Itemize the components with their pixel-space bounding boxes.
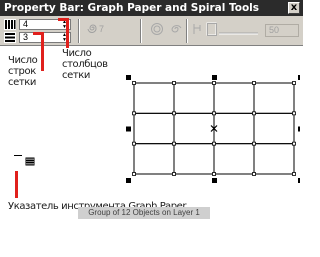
grid-node (132, 111, 136, 116)
grid-node (212, 111, 216, 116)
expansion-value: 50 (269, 25, 280, 35)
grid-node (212, 172, 216, 176)
grid-node (252, 81, 256, 85)
graph-paper-object[interactable] (120, 70, 300, 190)
grid-node (132, 81, 136, 85)
columns-callout-line (58, 18, 69, 21)
columns-grid-icon (4, 19, 16, 30)
columns-annotation-line: Число (62, 48, 92, 59)
rows-value: 3 (23, 32, 29, 42)
selection-handle (298, 178, 300, 183)
expansion-value-input[interactable]: 50 (265, 24, 299, 37)
grid-cell (133, 143, 175, 175)
rows-callout-line (33, 32, 44, 35)
grid-node (172, 172, 176, 176)
symmetric-spiral-icon[interactable] (150, 22, 164, 36)
grid-cell (173, 143, 215, 175)
grid-cell (213, 82, 255, 114)
spiral-expansion-slider[interactable] (206, 22, 260, 36)
spiral-revolutions-value[interactable]: 7 (99, 24, 104, 34)
selection-handle (126, 126, 131, 132)
grid-node (212, 81, 216, 85)
rows-grid-icon (4, 32, 16, 43)
expansion-icon (193, 24, 201, 34)
rows-annotation-line: Число (8, 55, 38, 66)
toolbar-separator (78, 19, 80, 43)
rows-annotation: Число строк сетки (8, 55, 38, 88)
grid-node (252, 141, 256, 146)
grid-node (252, 172, 256, 176)
grid-cell (253, 82, 295, 114)
grid-node (172, 141, 176, 146)
grid-node (292, 172, 296, 176)
columns-value: 4 (23, 19, 29, 29)
toolbar-separator (186, 19, 188, 43)
grid-cell (133, 112, 175, 145)
property-bar: 4 ▲ ▼ 3 ▲ ▼ 7 50 (0, 16, 303, 46)
columns-annotation-line: сетки (62, 70, 91, 81)
selection-handle (212, 75, 217, 80)
grid-cell (213, 112, 255, 145)
grid-node (252, 111, 256, 116)
graph-paper-cursor-icon (14, 155, 35, 166)
columns-annotation: Число столбцов сетки (62, 48, 108, 81)
grid-cell (133, 82, 175, 114)
grid-node (172, 111, 176, 116)
close-button[interactable]: x (288, 2, 300, 14)
grid-node (292, 111, 296, 116)
grid-node (172, 81, 176, 85)
title-bar: Property Bar: Graph Paper and Spiral Too… (0, 0, 303, 16)
grid-cell (253, 112, 295, 145)
window-title: Property Bar: Graph Paper and Spiral Too… (4, 2, 260, 14)
grid-node (292, 81, 296, 85)
rows-callout-line (41, 33, 44, 71)
grid-node (292, 141, 296, 146)
rows-input[interactable]: 3 ▲ ▼ (19, 32, 71, 43)
grid-node (212, 141, 216, 146)
grid-cell (173, 82, 215, 114)
rows-annotation-line: сетки (8, 77, 37, 88)
columns-annotation-line: столбцов (62, 59, 108, 70)
selection-handle (126, 178, 131, 183)
logarithmic-spiral-icon[interactable] (168, 22, 182, 36)
toolbar-separator (140, 19, 142, 43)
selection-handle (298, 126, 300, 132)
grid-node (132, 172, 136, 176)
grid-cell (173, 112, 215, 145)
selection-handle (126, 75, 131, 80)
pointer-callout-line (15, 171, 18, 198)
grid-cell (253, 143, 295, 175)
columns-callout-line (66, 18, 69, 48)
selection-handle (298, 75, 300, 80)
spiral-icon (87, 24, 97, 33)
status-bar: Group of 12 Objects on Layer 1 (78, 207, 210, 219)
rows-annotation-line: строк (8, 66, 36, 77)
grid-node (132, 141, 136, 146)
selection-handle (212, 178, 217, 183)
grid-cell (213, 143, 255, 175)
